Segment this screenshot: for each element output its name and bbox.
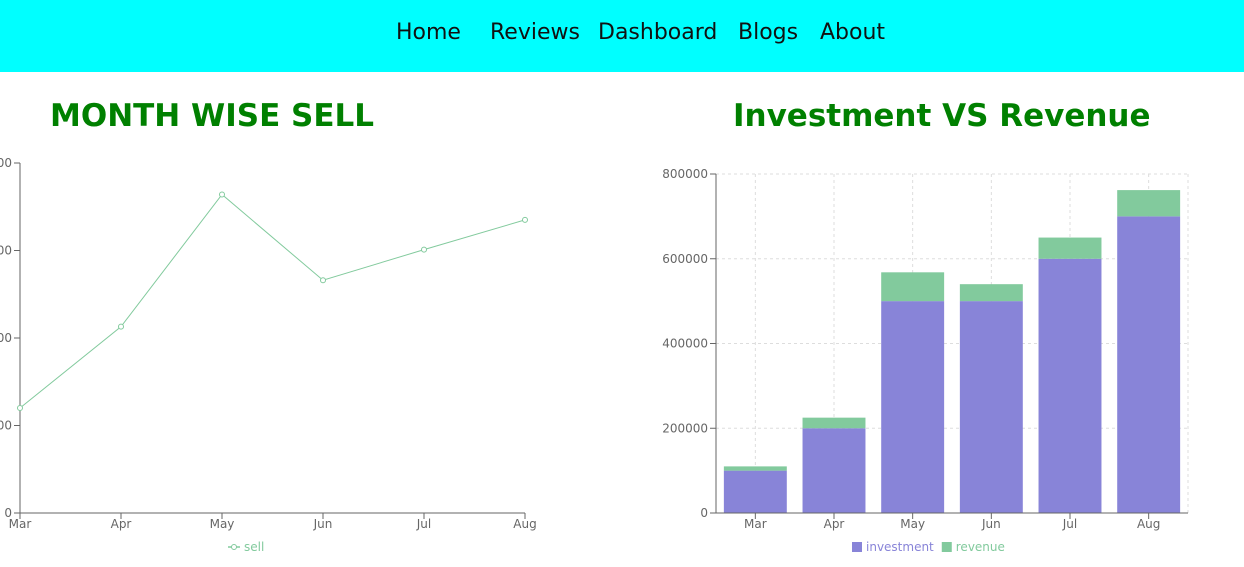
revenue-bar [881,272,945,302]
investment-bar [881,301,945,513]
investment-legend-label: investment [866,540,934,554]
bar-x-tick-label: Mar [744,517,767,531]
bar-y-tick-label: 800000 [662,167,708,181]
bar-x-tick-label: Jul [1062,517,1077,531]
bar-y-tick-label: 0 [700,506,708,520]
bar-x-tick-label: Aug [1137,517,1160,531]
revenue-bar [1038,237,1102,259]
revenue-bar [959,284,1023,302]
bar-y-tick-label: 200000 [662,421,708,435]
revenue-legend-label: revenue [956,540,1005,554]
bar-x-tick-label: May [900,517,925,531]
bar-x-tick-label: Apr [824,517,845,531]
investment-bar [723,470,787,513]
investment-legend-swatch [852,542,862,552]
investment-vs-revenue-chart: 0 200000 400000 600000 800000 Mar Apr May Jun Jul… [662,167,1189,554]
revenue-bar [1117,190,1181,217]
investment-bar [1038,258,1102,513]
investment-bar [959,301,1023,513]
bar-x-tick-label: Jun [981,517,1001,531]
revenue-bar [723,466,787,471]
revenue-bar [802,417,866,429]
bar-y-tick-label: 400000 [662,337,708,351]
investment-bar [1117,216,1181,513]
investment-bar [802,428,866,513]
bar-y-tick-label: 600000 [662,252,708,266]
revenue-legend-swatch [941,542,952,552]
